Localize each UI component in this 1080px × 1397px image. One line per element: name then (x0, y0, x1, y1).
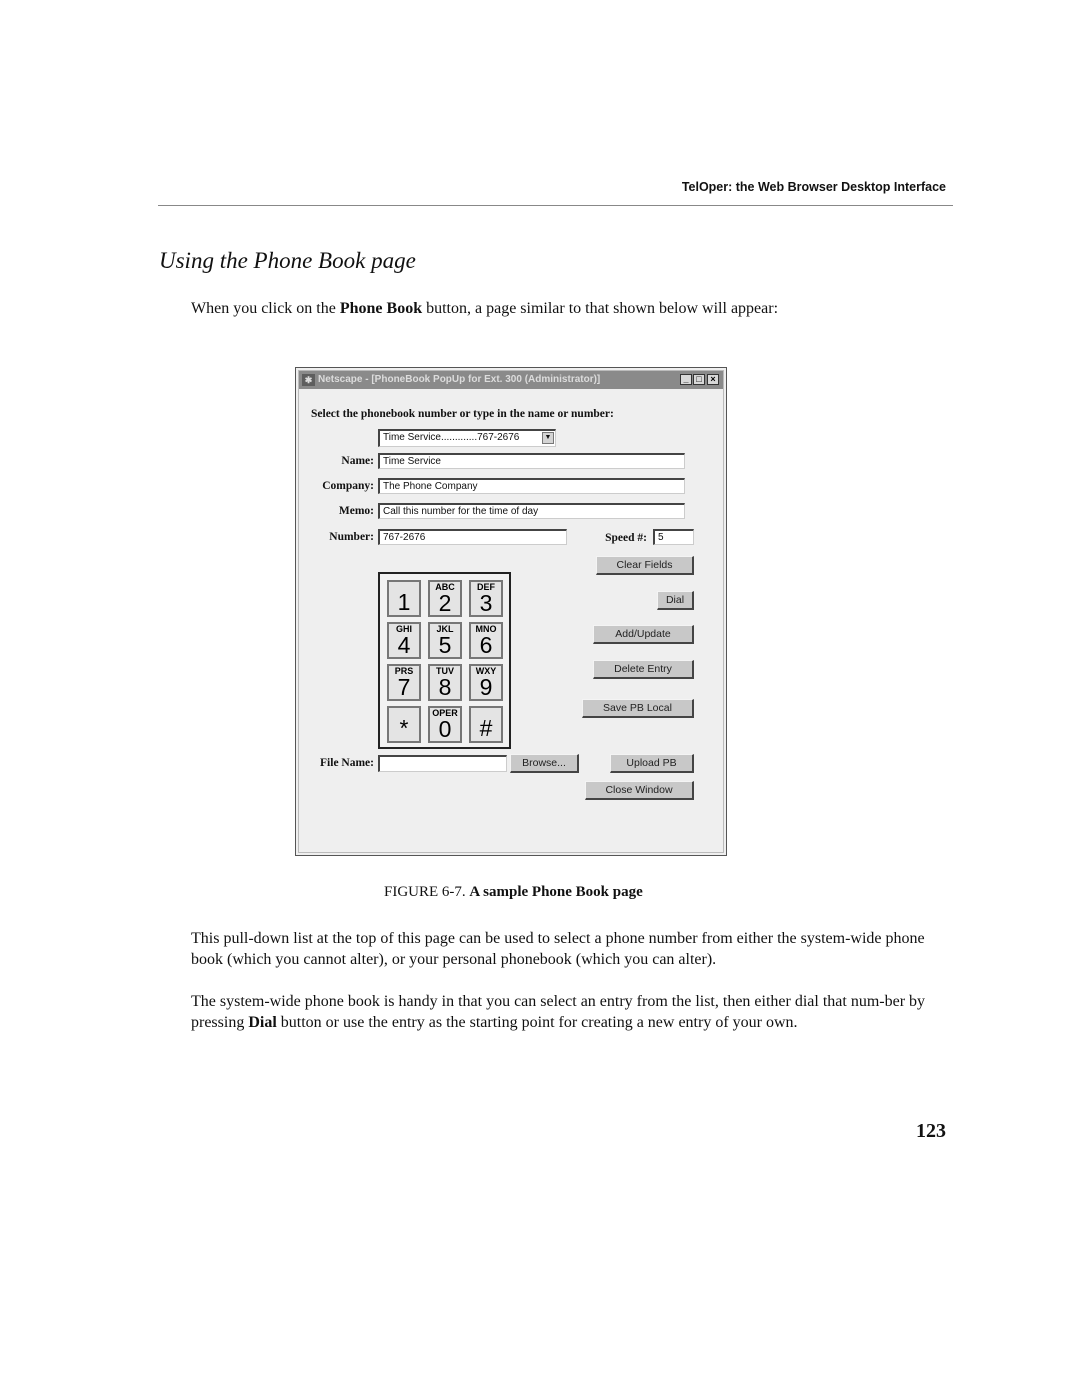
figure-caption: FIGURE 6-7. A sample Phone Book page (384, 884, 643, 901)
company-field[interactable]: The Phone Company (378, 478, 685, 494)
page-number: 123 (916, 1120, 946, 1142)
p2-text-bold: Dial (248, 1014, 277, 1031)
keypad-key-8[interactable]: TUV 8 (428, 664, 462, 701)
minimize-button[interactable]: _ (680, 374, 692, 385)
keypad-key-digit: * (399, 715, 409, 741)
keypad-key-digit: 7 (397, 674, 411, 700)
keypad-key-digit: 4 (397, 632, 411, 658)
window-title: Netscape - [PhoneBook PopUp for Ext. 300… (318, 374, 601, 385)
speed-field[interactable]: 5 (653, 529, 694, 545)
keypad-key-digit: # (479, 715, 493, 741)
window-content: Select the phonebook number or type in t… (299, 389, 723, 852)
memo-label: Memo: (338, 505, 374, 517)
intro-text-after: button, a page similar to that shown bel… (422, 300, 779, 317)
keypad-key-1[interactable]: 1 (387, 580, 421, 617)
keypad-key-digit: 1 (397, 589, 411, 615)
browse-button[interactable]: Browse... (510, 754, 579, 773)
keypad-key-0[interactable]: OPER 0 (428, 706, 462, 743)
upload-pb-button[interactable]: Upload PB (610, 754, 694, 773)
running-header: TelOper: the Web Browser Desktop Interfa… (681, 180, 946, 194)
delete-entry-button[interactable]: Delete Entry (593, 660, 694, 679)
number-field[interactable]: 767-2676 (378, 529, 567, 545)
keypad-key-7[interactable]: PRS 7 (387, 664, 421, 701)
keypad-key-hash[interactable]: # (469, 706, 503, 743)
caption-prefix: FIGURE 6-7. (384, 884, 470, 900)
header-rule (158, 205, 953, 206)
keypad-key-2[interactable]: ABC 2 (428, 580, 462, 617)
keypad-key-4[interactable]: GHI 4 (387, 622, 421, 659)
intro-text-bold: Phone Book (339, 300, 423, 317)
keypad-key-5[interactable]: JKL 5 (428, 622, 462, 659)
phonebook-window: ✱ Netscape - [PhoneBook PopUp for Ext. 3… (295, 367, 727, 856)
add-update-button[interactable]: Add/Update (593, 625, 694, 644)
window-frame: ✱ Netscape - [PhoneBook PopUp for Ext. 3… (298, 370, 724, 853)
memo-field[interactable]: Call this number for the time of day (378, 503, 685, 519)
keypad-key-9[interactable]: WXY 9 (469, 664, 503, 701)
file-name-field[interactable] (378, 755, 507, 772)
dial-keypad: 1 ABC 2 DEF 3 GHI 4 JKL 5 MNO 6 PRS 7 TUV 8 WXY 9 * OPER 0 # (378, 572, 511, 749)
phonebook-select-value: Time Service.............767-2676 (383, 432, 520, 443)
intro-paragraph: When you click on the Phone Book button,… (191, 298, 953, 319)
name-label: Name: (341, 455, 374, 467)
company-label: Company: (322, 480, 374, 492)
netscape-icon: ✱ (302, 374, 315, 386)
keypad-key-star[interactable]: * (387, 706, 421, 743)
intro-text-before: When you click on the (191, 300, 340, 317)
close-window-button[interactable]: Close Window (585, 781, 694, 800)
dropdown-arrow-icon[interactable]: ▼ (542, 432, 554, 444)
name-field[interactable]: Time Service (378, 453, 685, 469)
keypad-key-digit: 5 (438, 632, 452, 658)
keypad-key-digit: 0 (438, 716, 452, 742)
close-button[interactable]: × (707, 374, 719, 385)
instruction-text: Select the phonebook number or type in t… (311, 408, 614, 420)
paragraph-system-phonebook: The system-wide phone book is handy in t… (191, 991, 953, 1033)
save-pb-local-button[interactable]: Save PB Local (582, 699, 694, 718)
keypad-key-digit: 2 (438, 590, 452, 616)
dial-button[interactable]: Dial (657, 591, 694, 610)
keypad-key-6[interactable]: MNO 6 (469, 622, 503, 659)
title-bar[interactable]: ✱ Netscape - [PhoneBook PopUp for Ext. 3… (299, 371, 723, 389)
caption-title: A sample Phone Book page (469, 884, 643, 900)
keypad-key-digit: 3 (479, 590, 493, 616)
clear-fields-button[interactable]: Clear Fields (596, 556, 694, 575)
keypad-key-digit: 9 (479, 674, 493, 700)
paragraph-pulldown: This pull-down list at the top of this p… (191, 930, 925, 968)
p2-text-after: button or use the entry as the starting … (276, 1014, 798, 1031)
number-label: Number: (329, 531, 374, 543)
file-name-label: File Name: (320, 757, 374, 769)
maximize-button[interactable]: □ (693, 374, 705, 385)
section-title: Using the Phone Book page (159, 248, 416, 273)
phonebook-select[interactable]: Time Service.............767-2676 ▼ (378, 429, 556, 447)
keypad-key-3[interactable]: DEF 3 (469, 580, 503, 617)
speed-label: Speed #: (605, 532, 647, 544)
keypad-key-digit: 8 (438, 674, 452, 700)
keypad-key-digit: 6 (479, 632, 493, 658)
